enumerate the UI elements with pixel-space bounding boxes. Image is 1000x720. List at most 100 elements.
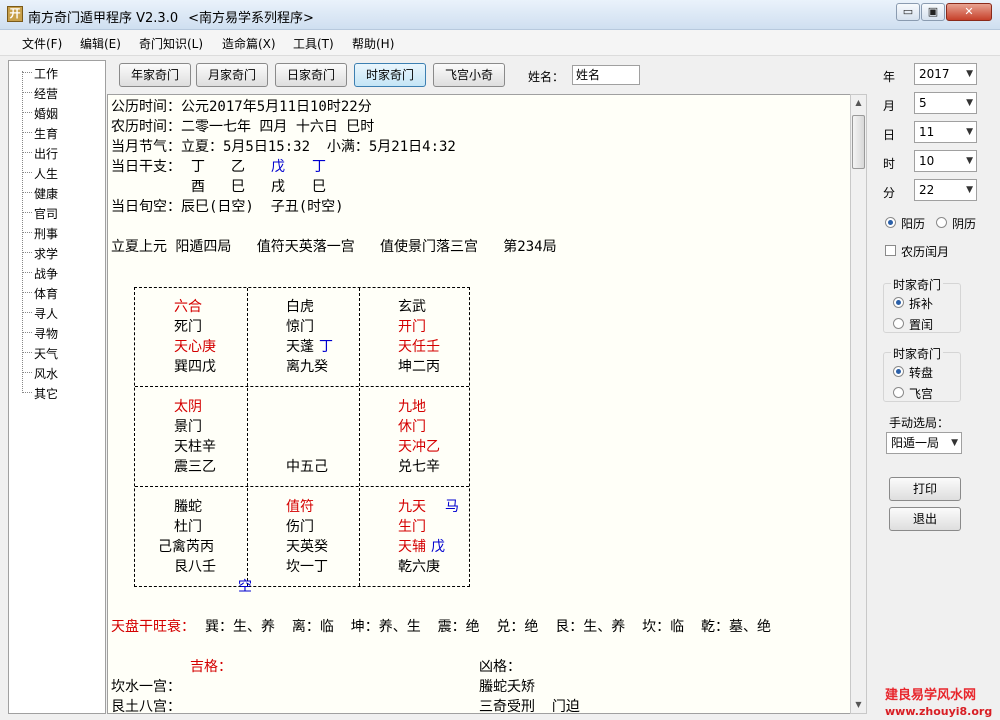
day-label: 日 — [883, 128, 896, 142]
feigong-xiaoqi-button[interactable]: 飞宫小奇 — [433, 63, 505, 87]
tree-item-find-object[interactable]: 寻物 — [22, 322, 102, 342]
day-value: 11 — [919, 125, 935, 139]
month-select[interactable]: 5 ▼ — [914, 92, 977, 114]
tree-item-fengshui[interactable]: 风水 — [22, 362, 102, 382]
tree-label: 经营 — [34, 87, 59, 101]
tree-dash — [22, 292, 32, 293]
tree-dash — [22, 272, 32, 273]
scroll-thumb[interactable] — [852, 115, 865, 169]
tree-label: 刑事 — [34, 227, 59, 241]
print-button[interactable]: 打印 — [889, 477, 961, 501]
menu-tools[interactable]: 工具(T) — [293, 35, 334, 52]
tree-label: 风水 — [34, 367, 59, 381]
xun-shen: 六合 — [174, 299, 202, 315]
tree-item-other[interactable]: 其它 — [22, 382, 102, 402]
yinli-radio[interactable] — [936, 217, 947, 228]
result-panel[interactable]: 公历时间：公元2017年5月11日10时22分 农历时间：二零一七年 四月 十六… — [107, 94, 867, 714]
tree-dash — [22, 172, 32, 173]
gongli-line: 公历时间：公元2017年5月11日10时22分 — [111, 99, 372, 115]
month-value: 5 — [919, 96, 927, 110]
zhuanpan-radio[interactable] — [893, 366, 904, 377]
grid-hline — [135, 486, 469, 487]
tree-label: 生育 — [34, 127, 59, 141]
manual-select-label: 手动选局： — [889, 416, 950, 430]
tree-dash — [22, 352, 32, 353]
feigong-radio[interactable] — [893, 387, 904, 398]
title-bar: 开 南方奇门遁甲程序 V2.3.0 <南方易学系列程序> ▭ ▣ ✕ — [0, 0, 1000, 30]
tree-label: 求学 — [34, 247, 59, 261]
li-gong: 离九癸 — [286, 359, 328, 375]
chaibu-radio[interactable] — [893, 297, 904, 308]
gen-xing: 己禽芮丙 — [158, 539, 214, 555]
tree-item-war[interactable]: 战争 — [22, 262, 102, 282]
day-select[interactable]: 11 ▼ — [914, 121, 977, 143]
tree-label: 其它 — [34, 387, 59, 401]
scroll-up-icon[interactable]: ▲ — [851, 95, 866, 111]
jieqi-line: 当月节气：立夏：5月5日15:32 小满：5月21日4:32 — [111, 139, 456, 155]
kun-shen: 玄武 — [398, 299, 426, 315]
nongli-line: 农历时间：二零一七年 四月 十六日 巳时 — [111, 119, 375, 135]
menu-edit[interactable]: 编辑(E) — [80, 35, 121, 52]
zhen-shen: 太阴 — [174, 399, 202, 415]
chevron-down-icon: ▼ — [966, 98, 973, 108]
year-qimen-button[interactable]: 年家奇门 — [119, 63, 191, 87]
tree-item-sports[interactable]: 体育 — [22, 282, 102, 302]
maximize-button[interactable]: ▣ — [921, 3, 945, 21]
gen-men: 杜门 — [174, 519, 202, 535]
menu-zaoming[interactable]: 造命篇(X) — [222, 35, 276, 52]
name-input[interactable]: 姓名 — [572, 65, 640, 85]
tree-item-travel[interactable]: 出行 — [22, 142, 102, 162]
scroll-down-icon[interactable]: ▼ — [851, 697, 866, 713]
zhirun-radio[interactable] — [893, 318, 904, 329]
tree-label: 寻物 — [34, 327, 59, 341]
menu-help[interactable]: 帮助(H) — [352, 35, 394, 52]
qian-shen: 九天 — [398, 499, 426, 515]
minimize-button[interactable]: ▭ — [896, 3, 920, 21]
day-qimen-button[interactable]: 日家奇门 — [275, 63, 347, 87]
tree-item-business[interactable]: 经营 — [22, 82, 102, 102]
xiong-label: 凶格： — [479, 659, 521, 675]
gen-shen: 螣蛇 — [174, 499, 202, 515]
zhi-month: 巳 — [231, 179, 245, 195]
vertical-scrollbar[interactable]: ▲ ▼ — [850, 94, 867, 714]
menu-qimen-knowledge[interactable]: 奇门知识(L) — [139, 35, 203, 52]
tree-item-weather[interactable]: 天气 — [22, 342, 102, 362]
chevron-down-icon: ▼ — [966, 156, 973, 166]
yangli-radio[interactable] — [885, 217, 896, 228]
tree-dash — [22, 372, 32, 373]
tree-label: 出行 — [34, 147, 59, 161]
month-qimen-button[interactable]: 月家奇门 — [196, 63, 268, 87]
tree-item-lawsuit[interactable]: 官司 — [22, 202, 102, 222]
manual-ju-value: 阳遁一局 — [891, 436, 940, 450]
kan-men: 伤门 — [286, 519, 314, 535]
hour-select[interactable]: 10 ▼ — [914, 150, 977, 172]
hour-qimen-button[interactable]: 时家奇门 — [354, 63, 426, 87]
xunkong-line: 当日旬空：辰巳(日空) 子丑(时空) — [111, 199, 344, 215]
tree-dash — [22, 312, 32, 313]
tree-item-study[interactable]: 求学 — [22, 242, 102, 262]
year-select[interactable]: 2017 ▼ — [914, 63, 977, 85]
watermark-logo: 建良易学风水网 www.zhouyi8.org — [885, 688, 1000, 720]
tree-item-criminal[interactable]: 刑事 — [22, 222, 102, 242]
wangshuai-line: 巽：生、养 离：临 坤：养、生 震：绝 兑：绝 艮：生、养 坎：临 乾：墓、绝 — [205, 619, 771, 635]
menu-file[interactable]: 文件(F) — [22, 35, 62, 52]
wangshuai-label: 天盘干旺衰： — [111, 619, 195, 635]
tree-item-birth[interactable]: 生育 — [22, 122, 102, 142]
tree-item-life[interactable]: 人生 — [22, 162, 102, 182]
manual-ju-select[interactable]: 阳遁一局 ▼ — [886, 432, 962, 454]
tree-label: 人生 — [34, 167, 59, 181]
tree-label: 战争 — [34, 267, 59, 281]
minute-select[interactable]: 22 ▼ — [914, 179, 977, 201]
tree-dash — [22, 112, 32, 113]
tree-item-marriage[interactable]: 婚姻 — [22, 102, 102, 122]
tree-item-work[interactable]: 工作 — [22, 62, 102, 82]
tree-item-find-person[interactable]: 寻人 — [22, 302, 102, 322]
minute-value: 22 — [919, 183, 935, 197]
exit-button[interactable]: 退出 — [889, 507, 961, 531]
chevron-down-icon: ▼ — [966, 69, 973, 79]
tree-item-health[interactable]: 健康 — [22, 182, 102, 202]
runyue-checkbox[interactable] — [885, 245, 896, 256]
tree-dash — [22, 92, 32, 93]
close-button[interactable]: ✕ — [946, 3, 992, 21]
kun-men: 开门 — [398, 319, 426, 335]
